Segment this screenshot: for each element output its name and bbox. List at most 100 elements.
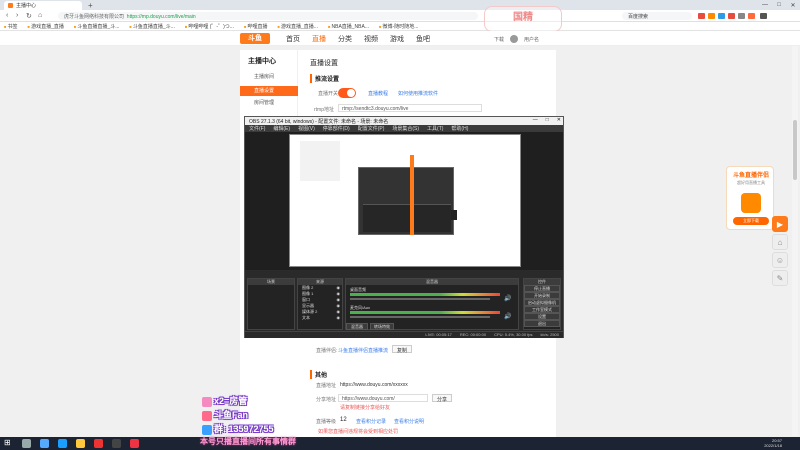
obs-window[interactable]: OBS 27.1.3 (64 bit, windows) - 配置文件: 未命名… xyxy=(244,116,564,338)
speaker-icon[interactable]: 🔊 xyxy=(504,313,511,320)
refresh-icon[interactable]: ↻ xyxy=(26,12,32,20)
bookmark-item[interactable]: 斗鱼直播直播_斗... xyxy=(129,23,175,30)
start-record-button[interactable]: 开始录制 xyxy=(524,292,560,299)
sidebar-item-room[interactable]: 主播房间 xyxy=(240,72,298,82)
home-icon[interactable]: ⌂ xyxy=(38,12,42,19)
obs-menu-item[interactable]: 场景集合(S) xyxy=(392,125,419,132)
edge-icon[interactable] xyxy=(40,439,49,448)
taskbar-clock[interactable]: 20:57 2022/1/18 xyxy=(764,438,782,448)
mixer-dock: 混音器 桌面音频 🔊 麦克风/Aux 🔊 混音器 转场特效 xyxy=(345,278,519,330)
nested-obs-preview xyxy=(358,167,457,235)
share-button[interactable]: 分享 xyxy=(432,394,453,403)
site-logo[interactable]: 斗鱼 xyxy=(240,33,270,44)
obs-minimize-button[interactable]: — xyxy=(533,117,538,123)
avatar[interactable] xyxy=(510,35,519,43)
obs-menu-item[interactable]: 停靠部件(D) xyxy=(323,125,350,132)
overlay-line-2: 斗鱼Fan xyxy=(202,408,248,421)
obs-menu-item[interactable]: 编辑(E) xyxy=(273,125,290,132)
room-url-label: 直播地址 xyxy=(316,383,337,389)
obs-menu-item[interactable]: 工具(T) xyxy=(427,125,443,132)
live-switch-toggle[interactable] xyxy=(338,88,356,98)
minimize-button[interactable]: — xyxy=(758,0,772,10)
scrollbar[interactable] xyxy=(792,46,798,436)
home-float-icon[interactable]: ⌂ xyxy=(772,234,788,250)
virtual-camera-button[interactable]: 启动虚拟摄像机 xyxy=(524,299,560,306)
extension-icon[interactable] xyxy=(748,13,755,19)
maximize-button[interactable]: □ xyxy=(772,0,786,10)
search-icon[interactable] xyxy=(22,439,31,448)
obs-menu-item[interactable]: 文件(F) xyxy=(249,125,265,132)
nav-item-forum[interactable]: 鱼吧 xyxy=(416,34,430,44)
feedback-icon[interactable]: ✎ xyxy=(772,270,788,286)
scrollbar-thumb[interactable] xyxy=(793,120,797,180)
rtmp-field[interactable]: rtmp://sendtc3.douyu.com/live xyxy=(338,104,482,112)
bookmark-item[interactable]: NBA直播_NBA... xyxy=(328,23,370,30)
obs-menu-item[interactable]: 帮助(H) xyxy=(451,125,468,132)
speaker-icon[interactable]: 🔊 xyxy=(504,295,511,302)
mixer-tab[interactable]: 混音器 xyxy=(346,323,368,330)
volume-slider[interactable] xyxy=(350,316,490,318)
rtmp-help-link[interactable]: 如何使用推流软件 xyxy=(398,90,438,97)
back-icon[interactable]: ‹ xyxy=(6,12,8,19)
bookmark-item[interactable]: 游戏直播_直播... xyxy=(277,23,318,30)
obs-maximize-button[interactable]: □ xyxy=(546,117,549,123)
source-row[interactable]: 文本 ◉ xyxy=(298,315,342,321)
obs-taskbar-icon[interactable] xyxy=(112,439,121,448)
windows-start-icon[interactable]: ⊞ xyxy=(4,438,13,447)
bookmark-item[interactable]: 哔哩直播 xyxy=(244,23,267,30)
obs-menu-item[interactable]: 视图(V) xyxy=(298,125,315,132)
service-icon[interactable]: ☺ xyxy=(772,252,788,268)
steam-icon[interactable] xyxy=(58,439,67,448)
copy-button[interactable]: 复制 xyxy=(392,345,413,354)
eye-icon[interactable]: ◉ xyxy=(337,315,341,321)
section-title-push: 推流设置 xyxy=(310,74,339,83)
sidebar-item-live-settings[interactable]: 直播设置 xyxy=(240,86,298,96)
companion-link[interactable]: 斗鱼直播伴侣直播推流 xyxy=(338,347,388,354)
transition-tab[interactable]: 转场特效 xyxy=(370,323,394,330)
nav-item-live[interactable]: 直播 xyxy=(312,34,326,44)
bookmark-item[interactable]: 哔哩哔哩 (゜-゜)つ... xyxy=(185,23,234,30)
volume-slider[interactable] xyxy=(350,298,490,300)
extension-icon[interactable] xyxy=(738,13,745,19)
download-link[interactable]: 下载 xyxy=(494,36,504,43)
url-input[interactable]: 虎牙斗鱼网络科技有限公司 https://mp.douyu.com/live/m… xyxy=(58,12,478,20)
play-icon[interactable]: ▶ xyxy=(772,216,788,232)
search-input[interactable]: 百度搜索 xyxy=(622,12,692,20)
nav-item-video[interactable]: 视频 xyxy=(364,34,378,44)
tutorial-link[interactable]: 直播教程 xyxy=(368,90,388,97)
extension-icon[interactable] xyxy=(708,13,715,19)
obs-close-button[interactable]: ✕ xyxy=(557,117,561,123)
nav-item-category[interactable]: 分类 xyxy=(338,34,352,44)
companion-promo[interactable]: 斗鱼直播伴侣 超好用直播工具 立即下载 xyxy=(726,166,774,230)
close-button[interactable]: ✕ xyxy=(786,0,800,10)
forward-icon[interactable]: › xyxy=(16,12,18,19)
bookmark-item[interactable]: 微博-随时随地... xyxy=(379,23,419,30)
obs-menu-item[interactable]: 配置文件(P) xyxy=(358,125,385,132)
menu-icon[interactable] xyxy=(760,13,767,19)
level-explain-link[interactable]: 查看积分说明 xyxy=(394,418,424,425)
sidebar-item-room-manage[interactable]: 房间管理 xyxy=(240,98,298,108)
browser-tab[interactable]: 主播中心 xyxy=(4,1,82,10)
extension-icon[interactable] xyxy=(718,13,725,19)
obs-preview[interactable] xyxy=(245,132,563,270)
obs-titlebar[interactable]: OBS 27.1.3 (64 bit, windows) - 配置文件: 未命名… xyxy=(245,117,563,125)
settings-button[interactable]: 设置 xyxy=(524,313,560,320)
username[interactable]: 用户名 xyxy=(524,36,539,43)
exit-button[interactable]: 退出 xyxy=(524,320,560,327)
new-tab-button[interactable]: + xyxy=(88,1,93,10)
share-url-field[interactable]: https://www.douyu.com/ xyxy=(338,394,428,402)
stop-stream-button[interactable]: 停止直播 xyxy=(524,285,560,292)
nav-item-home[interactable]: 首页 xyxy=(286,34,300,44)
extension-icon[interactable] xyxy=(698,13,705,19)
studio-mode-button[interactable]: 工作室模式 xyxy=(524,306,560,313)
level-record-link[interactable]: 查看积分记录 xyxy=(356,418,386,425)
extension-icon[interactable] xyxy=(728,13,735,19)
bookmark-item[interactable]: 游戏直播_直播 xyxy=(28,23,64,30)
promo-download-button[interactable]: 立即下载 xyxy=(733,217,769,225)
bookmark-item[interactable]: 斗鱼直播直播_斗... xyxy=(74,23,119,30)
app-icon[interactable] xyxy=(130,439,139,448)
nav-item-game[interactable]: 游戏 xyxy=(390,34,404,44)
app-icon[interactable] xyxy=(94,439,103,448)
explorer-icon[interactable] xyxy=(76,439,85,448)
bookmark-item[interactable]: 书签 xyxy=(4,23,18,30)
